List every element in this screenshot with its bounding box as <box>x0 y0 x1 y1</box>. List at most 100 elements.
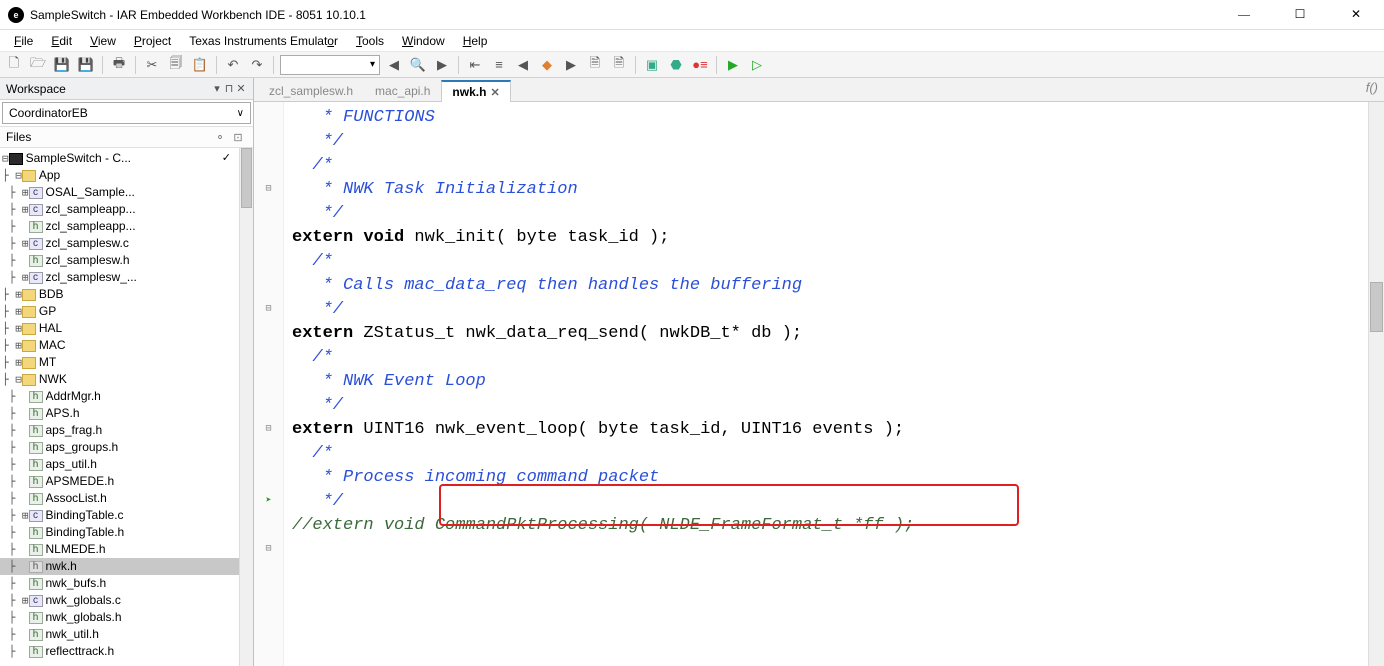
menu-tools[interactable]: Tools <box>348 34 392 48</box>
tree-node[interactable]: ├ haps_frag.h <box>0 422 239 439</box>
tree-label: nwk_globals.c <box>46 592 121 609</box>
gutter-mark <box>254 154 283 178</box>
scrollbar-thumb[interactable] <box>1370 282 1383 332</box>
bookmark-list-icon[interactable]: ≡ <box>489 55 509 75</box>
paste-icon[interactable]: 📋 <box>190 55 210 75</box>
minimize-button[interactable]: — <box>1224 3 1264 27</box>
tree-node[interactable]: ├ ⊟NWK <box>0 371 239 388</box>
tree-node[interactable]: ├ hAddrMgr.h <box>0 388 239 405</box>
tree-node[interactable]: ├ hAssocList.h <box>0 490 239 507</box>
menu-window[interactable]: Window <box>394 34 453 48</box>
tree-node[interactable]: ├ hnwk_util.h <box>0 626 239 643</box>
panel-pin-icon[interactable]: ⊓ <box>223 82 235 95</box>
tree-label: nwk_util.h <box>46 626 99 643</box>
tree-node[interactable]: ├ ⊞HAL <box>0 320 239 337</box>
gutter-mark <box>254 250 283 274</box>
new-file-icon[interactable]: 🗋 <box>4 55 24 75</box>
editor-scrollbar[interactable] <box>1368 102 1384 666</box>
save-icon[interactable]: 💾 <box>52 55 72 75</box>
code-line: */ <box>292 394 1360 418</box>
menu-file[interactable]: File <box>6 34 41 48</box>
debug-icon[interactable]: ▶ <box>723 55 743 75</box>
tree-node[interactable]: ├ ⊞cBindingTable.c <box>0 507 239 524</box>
tree-node[interactable]: ├ hAPS.h <box>0 405 239 422</box>
tree-node[interactable]: ├ haps_util.h <box>0 456 239 473</box>
tree-node[interactable]: ├ hzcl_sampleapp... <box>0 218 239 235</box>
editor-tab[interactable]: mac_api.h <box>364 79 441 101</box>
column-icon[interactable]: ⚬ <box>211 131 229 144</box>
editor-tab[interactable]: zcl_samplesw.h <box>258 79 364 101</box>
toggle-breakpoint-icon[interactable]: ●≡ <box>690 55 710 75</box>
tree-node[interactable]: ⊟SampleSwitch - C...✓ <box>0 150 239 167</box>
tree-node[interactable]: ├ ⊞MT <box>0 354 239 371</box>
column-icon[interactable]: ⊡ <box>229 131 247 144</box>
save-all-icon[interactable]: 💾 <box>76 55 96 75</box>
function-indicator[interactable]: f() <box>1366 80 1378 95</box>
scrollbar-thumb[interactable] <box>241 148 252 208</box>
redo-icon[interactable]: ↷ <box>247 55 267 75</box>
h-icon: h <box>29 612 43 624</box>
h-icon: h <box>29 527 43 539</box>
find-icon[interactable]: 🔍 <box>408 55 428 75</box>
tree-node[interactable]: ├ ⊞czcl_samplesw_... <box>0 269 239 286</box>
file-icon[interactable]: 🗎 <box>585 55 605 75</box>
cut-icon[interactable]: ✂ <box>142 55 162 75</box>
panel-dropdown-icon[interactable]: ▾ <box>211 82 223 95</box>
menu-edit[interactable]: Edit <box>43 34 80 48</box>
code-line: * Calls mac_data_req then handles the bu… <box>292 274 1360 298</box>
tree-node[interactable]: ├ hreflecttrack.h <box>0 643 239 660</box>
tree-node[interactable]: ├ hnwk.h <box>0 558 239 575</box>
bookmark-toggle-icon[interactable]: ⇤ <box>465 55 485 75</box>
tree-node[interactable]: ├ hAPSMEDE.h <box>0 473 239 490</box>
tree-node[interactable]: ├ hnwk_globals.h <box>0 609 239 626</box>
menu-texas-instruments-emulator[interactable]: Texas Instruments Emulator <box>181 34 346 48</box>
tree-node[interactable]: ├ hNLMEDE.h <box>0 541 239 558</box>
h-icon: h <box>29 459 43 471</box>
editor-tab[interactable]: nwk.h✕ <box>441 80 510 102</box>
tree-node[interactable]: ├ hzcl_samplesw.h <box>0 252 239 269</box>
tree-label: aps_util.h <box>46 456 97 473</box>
c-icon: c <box>29 204 43 216</box>
tree-node[interactable]: ├ ⊞czcl_samplesw.c <box>0 235 239 252</box>
code-line: * NWK Event Loop <box>292 370 1360 394</box>
bookmark-prev-icon[interactable]: ◀ <box>513 55 533 75</box>
maximize-button[interactable]: ☐ <box>1280 3 1320 27</box>
code-text[interactable]: * FUNCTIONS */ /* * NWK Task Initializat… <box>284 102 1368 666</box>
tree-node[interactable]: ├ hnwk_bufs.h <box>0 575 239 592</box>
h-icon: h <box>29 391 43 403</box>
tree-node[interactable]: ├ ⊞MAC <box>0 337 239 354</box>
tree-node[interactable]: ├ hBindingTable.h <box>0 524 239 541</box>
tree-node[interactable]: ├ ⊞cOSAL_Sample... <box>0 184 239 201</box>
tree-label: HAL <box>39 320 62 337</box>
print-icon[interactable]: 🖶 <box>109 55 129 75</box>
undo-icon[interactable]: ↶ <box>223 55 243 75</box>
tree-node[interactable]: ├ ⊞GP <box>0 303 239 320</box>
tree-node[interactable]: ├ ⊟App <box>0 167 239 184</box>
file2-icon[interactable]: 🗎 <box>609 55 629 75</box>
close-button[interactable]: ✕ <box>1336 3 1376 27</box>
panel-close-icon[interactable]: ✕ <box>235 82 247 95</box>
tree-node[interactable]: ├ ⊞czcl_sampleapp... <box>0 201 239 218</box>
folder-icon <box>22 170 36 182</box>
menu-view[interactable]: View <box>82 34 124 48</box>
find-prev-icon[interactable]: ◀ <box>384 55 404 75</box>
file-tree[interactable]: ⊟SampleSwitch - C...✓├ ⊟App ├ ⊞cOSAL_Sam… <box>0 148 239 666</box>
make-icon[interactable]: ⬣ <box>666 55 686 75</box>
find-next-icon[interactable]: ▶ <box>432 55 452 75</box>
bookmark-next-icon[interactable]: ▶ <box>561 55 581 75</box>
menu-help[interactable]: Help <box>455 34 496 48</box>
copy-icon[interactable]: 🗐 <box>166 55 186 75</box>
open-file-icon[interactable]: 🗁 <box>28 55 48 75</box>
bookmark-shield-icon[interactable]: ◆ <box>537 55 557 75</box>
debug-nodownload-icon[interactable]: ▷ <box>747 55 767 75</box>
tree-scrollbar[interactable] <box>239 148 253 666</box>
tree-node[interactable]: ├ ⊞BDB <box>0 286 239 303</box>
c-icon: c <box>29 272 43 284</box>
tab-close-icon[interactable]: ✕ <box>490 86 499 99</box>
find-combo[interactable]: ▾ <box>280 55 380 75</box>
compile-icon[interactable]: ▣ <box>642 55 662 75</box>
config-select[interactable]: CoordinatorEB ∨ <box>2 102 251 124</box>
tree-node[interactable]: ├ haps_groups.h <box>0 439 239 456</box>
menu-project[interactable]: Project <box>126 34 179 48</box>
tree-node[interactable]: ├ ⊞cnwk_globals.c <box>0 592 239 609</box>
